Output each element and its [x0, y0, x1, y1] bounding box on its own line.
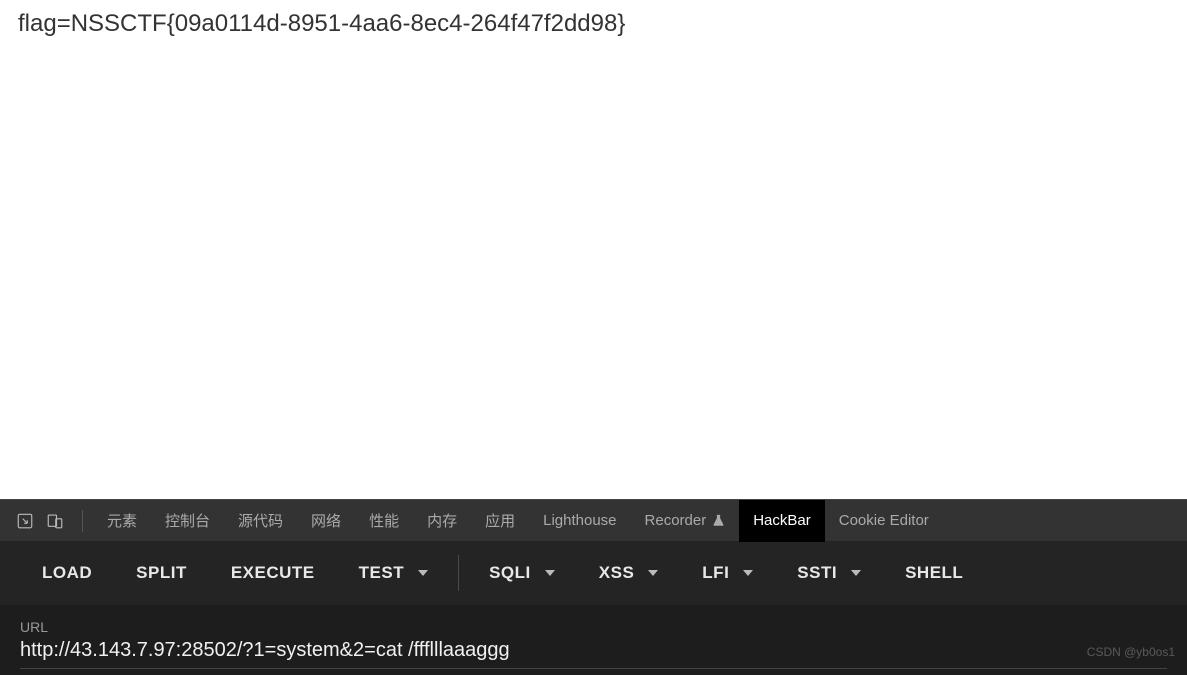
chevron-down-icon	[851, 570, 861, 576]
tab-label: 控制台	[165, 510, 210, 531]
tab-label: Recorder	[645, 512, 707, 529]
divider	[458, 555, 459, 591]
shell-dropdown[interactable]: SHELL	[883, 541, 985, 605]
device-toggle-icon[interactable]	[46, 512, 64, 530]
tab-label: 应用	[485, 510, 515, 531]
lfi-dropdown[interactable]: LFI	[680, 541, 775, 605]
tab-label: 元素	[107, 510, 137, 531]
tab-sources[interactable]: 源代码	[224, 500, 297, 542]
url-section: URL	[0, 605, 1187, 675]
btn-label: XSS	[599, 563, 635, 583]
tab-label: HackBar	[753, 512, 811, 529]
chevron-down-icon	[743, 570, 753, 576]
xss-dropdown[interactable]: XSS	[577, 541, 681, 605]
devtools-panel: 元素 控制台 源代码 网络 性能 内存 应用 Lighthouse Record…	[0, 499, 1187, 675]
test-dropdown[interactable]: TEST	[337, 541, 450, 605]
split-button[interactable]: SPLIT	[114, 541, 209, 605]
inspect-icon[interactable]	[16, 512, 34, 530]
btn-label: SSTI	[797, 563, 837, 583]
devtools-icons	[8, 512, 72, 530]
chevron-down-icon	[418, 570, 428, 576]
tab-performance[interactable]: 性能	[355, 500, 413, 542]
flag-text: flag=NSSCTF{09a0114d-8951-4aa6-8ec4-264f…	[18, 10, 1169, 38]
tab-label: 内存	[427, 510, 457, 531]
tab-recorder[interactable]: Recorder	[631, 500, 740, 542]
btn-label: LFI	[702, 563, 729, 583]
tab-label: 网络	[311, 510, 341, 531]
chevron-down-icon	[545, 570, 555, 576]
tab-hackbar[interactable]: HackBar	[739, 500, 825, 542]
flask-icon	[712, 514, 725, 527]
url-input[interactable]	[20, 639, 1167, 669]
btn-label: SQLI	[489, 563, 531, 583]
btn-label: SPLIT	[136, 563, 187, 583]
page-content: flag=NSSCTF{09a0114d-8951-4aa6-8ec4-264f…	[0, 0, 1187, 465]
ssti-dropdown[interactable]: SSTI	[775, 541, 883, 605]
tab-cookie-editor[interactable]: Cookie Editor	[825, 500, 943, 542]
divider	[82, 510, 83, 532]
chevron-down-icon	[648, 570, 658, 576]
execute-button[interactable]: EXECUTE	[209, 541, 337, 605]
hackbar-toolbar: LOAD SPLIT EXECUTE TEST SQLI XSS LFI SST…	[0, 541, 1187, 605]
tab-lighthouse[interactable]: Lighthouse	[529, 500, 630, 542]
tab-application[interactable]: 应用	[471, 500, 529, 542]
watermark: CSDN @yb0os1	[1087, 645, 1175, 659]
tab-memory[interactable]: 内存	[413, 500, 471, 542]
btn-label: EXECUTE	[231, 563, 315, 583]
tab-elements[interactable]: 元素	[93, 500, 151, 542]
tab-label: 性能	[369, 510, 399, 531]
devtools-tabbar: 元素 控制台 源代码 网络 性能 内存 应用 Lighthouse Record…	[0, 499, 1187, 541]
btn-label: SHELL	[905, 563, 963, 583]
tab-label: Lighthouse	[543, 512, 616, 529]
tab-network[interactable]: 网络	[297, 500, 355, 542]
url-label: URL	[20, 619, 1167, 635]
btn-label: TEST	[359, 563, 404, 583]
tab-console[interactable]: 控制台	[151, 500, 224, 542]
load-button[interactable]: LOAD	[20, 541, 114, 605]
sqli-dropdown[interactable]: SQLI	[467, 541, 577, 605]
btn-label: LOAD	[42, 563, 92, 583]
tab-label: Cookie Editor	[839, 512, 929, 529]
tab-label: 源代码	[238, 510, 283, 531]
